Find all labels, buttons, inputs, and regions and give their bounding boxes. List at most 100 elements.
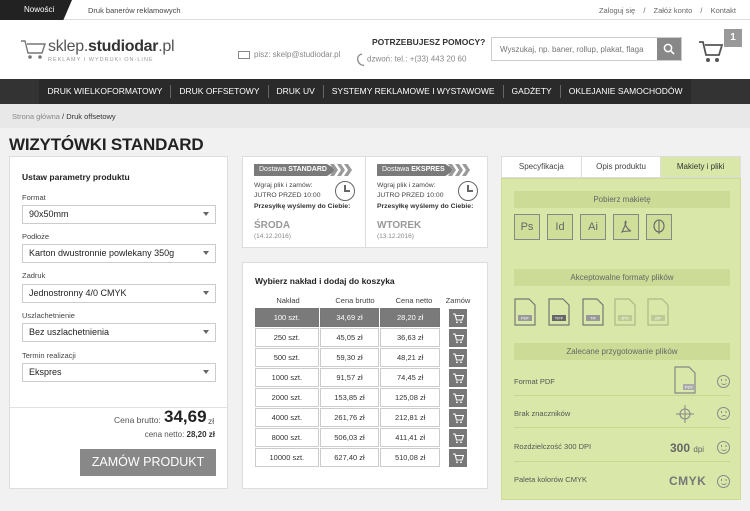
nav-item-systemy-reklamowe[interactable]: SYSTEMY REKLAMOWE I WYSTAWOWE <box>324 79 503 104</box>
svg-text:JPG: JPG <box>621 316 629 321</box>
top-links: Zaloguj się / Załóż konto / Kontakt <box>593 6 736 15</box>
prep-heading: Zalecane przygotowanie plików <box>514 343 730 360</box>
prep-cmyk-label: Paleta kolorów CMYK <box>514 475 587 484</box>
delivery-tag: Dostawa STANDARD <box>254 164 337 176</box>
qty-cell: 1000 szt. <box>255 368 319 387</box>
cart-icon <box>453 433 464 444</box>
svg-text:TIF: TIF <box>590 316 597 321</box>
shopping-cart-icon[interactable] <box>697 37 725 65</box>
table-row[interactable]: 1000 szt. 91,57 zł 74,45 zł <box>255 368 440 387</box>
table-row[interactable]: 2000 szt. 153,85 zł 125,08 zł <box>255 388 440 407</box>
search-input[interactable] <box>492 38 657 60</box>
table-row[interactable]: 8000 szt. 506,03 zł 411,41 zł <box>255 428 440 447</box>
gross-price-unit: zł <box>208 416 215 426</box>
add-to-cart-button[interactable] <box>449 309 467 327</box>
news-text[interactable]: Druk banerów reklamowych <box>88 6 181 15</box>
cart-icon <box>453 313 464 324</box>
delivery-deadline: JUTRO PRZED 10:00 <box>254 192 321 199</box>
svg-text:ZIP: ZIP <box>655 316 662 321</box>
order-product-button[interactable]: ZAMÓW PRODUKT <box>80 449 216 476</box>
breadcrumb-home[interactable]: Strona główna <box>12 112 60 121</box>
news-label: Nowości <box>0 0 72 20</box>
add-to-cart-button[interactable] <box>449 369 467 387</box>
help-phone[interactable]: dzwoń: tel.: +(33) 443 20 60 <box>356 53 485 66</box>
nav-item-gadzety[interactable]: GADŻETY <box>504 79 560 104</box>
add-to-cart-button[interactable] <box>449 449 467 467</box>
corel-icon[interactable] <box>646 214 672 240</box>
gross-cell: 59,30 zł <box>319 348 380 367</box>
dropdown-arrow-icon <box>203 212 209 216</box>
product-tabs: Specyfikacja Opis produktu Makiety i pli… <box>501 156 741 178</box>
zip-file-icon: ZIP <box>647 298 669 326</box>
cart-icon <box>453 453 464 464</box>
net-cell: 36,63 zł <box>380 328 440 347</box>
delivery-express[interactable]: Dostawa EKSPRES Wgraj plik i zamów: JUTR… <box>365 157 487 247</box>
print-select[interactable]: Jednostronny 4/0 CMYK <box>22 284 216 303</box>
table-row[interactable]: 10000 szt. 627,40 zł 510,08 zł <box>255 448 440 467</box>
gross-cell: 506,03 zł <box>319 428 380 447</box>
params-title: Ustaw parametry produktu <box>22 172 130 182</box>
header: sklep.studiodar.pl REKLAMY I WYDRUKI ON-… <box>0 20 750 79</box>
deadline-select[interactable]: Ekspres <box>22 363 216 382</box>
tab-opis-produktu[interactable]: Opis produktu <box>582 157 662 177</box>
delivery-date: (14.12.2016) <box>254 233 291 240</box>
substrate-label: Podłoże <box>22 232 50 241</box>
contact-link[interactable]: Kontakt <box>711 6 736 15</box>
tab-makiety-i-pliki[interactable]: Makiety i pliki <box>661 157 741 177</box>
format-select[interactable]: 90x50mm <box>22 205 216 224</box>
gross-cell: 261,76 zł <box>319 408 380 427</box>
add-to-cart-button[interactable] <box>449 429 467 447</box>
net-cell: 48,21 zł <box>380 348 440 367</box>
cart-icon <box>453 353 464 364</box>
table-row[interactable]: 250 szt. 45,05 zł 36,63 zł <box>255 328 440 347</box>
files-panel: Pobierz makietę Ps Id Ai Akceptowalne fo… <box>501 178 741 500</box>
add-to-cart-button[interactable] <box>449 389 467 407</box>
nav-item-druk-wielkoformatowy[interactable]: DRUK WIELKOFORMATOWY <box>39 79 170 104</box>
breadcrumb: Strona główna / Druk offsetowy <box>12 112 116 121</box>
cart-count-badge: 1 <box>724 29 742 47</box>
col-header-qty: Nakład <box>276 296 300 305</box>
svg-text:PDF: PDF <box>521 316 530 321</box>
substrate-select[interactable]: Karton dwustronnie powlekany 350g <box>22 244 216 263</box>
photoshop-icon[interactable]: Ps <box>514 214 540 240</box>
nav-item-oklejanie[interactable]: OKLEJANIE SAMOCHODÓW <box>561 79 691 104</box>
indesign-icon[interactable]: Id <box>547 214 573 240</box>
login-link[interactable]: Zaloguj się <box>599 6 635 15</box>
register-link[interactable]: Załóż konto <box>654 6 693 15</box>
delivery-line: Przesyłkę wyślemy do Ciebie: <box>254 203 351 210</box>
dropdown-arrow-icon <box>203 370 209 374</box>
add-to-cart-button[interactable] <box>449 349 467 367</box>
net-price: cena netto: 28,20 zł <box>144 430 215 439</box>
nav-item-druk-offsetowy[interactable]: DRUK OFFSETOWY <box>171 79 267 104</box>
tab-specyfikacja[interactable]: Specyfikacja <box>502 157 582 177</box>
qty-cell: 2000 szt. <box>255 388 319 407</box>
logo-tagline: REKLAMY I WYDRUKI ON-LINE <box>48 57 154 63</box>
smile-icon <box>717 375 730 388</box>
gross-cell: 153,85 zł <box>319 388 380 407</box>
qty-cell: 250 szt. <box>255 328 319 347</box>
search-button[interactable] <box>657 38 681 60</box>
acrobat-icon[interactable] <box>613 214 639 240</box>
chevron-right-icon <box>344 164 352 176</box>
print-label: Zadruk <box>22 271 46 280</box>
divider <box>514 427 730 428</box>
finishing-label: Uszlachetnienie <box>22 311 75 320</box>
nav-item-druk-uv[interactable]: DRUK UV <box>269 79 323 104</box>
finishing-select[interactable]: Bez uszlachetnienia <box>22 323 216 342</box>
top-bar: Nowości Druk banerów reklamowych Zaloguj… <box>0 0 750 20</box>
add-to-cart-button[interactable] <box>449 329 467 347</box>
logo[interactable]: sklep.studiodar.pl REKLAMY I WYDRUKI ON-… <box>20 38 175 68</box>
deadline-label: Termin realizacji <box>22 351 76 360</box>
email-contact[interactable]: pisz: skelp@studiodar.pl <box>238 50 340 59</box>
table-row[interactable]: 500 szt. 59,30 zł 48,21 zł <box>255 348 440 367</box>
illustrator-icon[interactable]: Ai <box>580 214 606 240</box>
net-cell: 411,41 zł <box>380 428 440 447</box>
add-to-cart-button[interactable] <box>449 409 467 427</box>
table-row[interactable]: 4000 szt. 261,76 zł 212,81 zł <box>255 408 440 427</box>
dropdown-arrow-icon <box>203 251 209 255</box>
delivery-standard[interactable]: Dostawa STANDARD Wgraj plik i zamów: JUT… <box>243 157 365 247</box>
jpg-file-icon: JPG <box>614 298 636 326</box>
svg-text:PDF: PDF <box>685 385 694 390</box>
table-row[interactable]: 100 szt. 34,69 zł 28,20 zł <box>255 308 440 327</box>
qty-cell: 100 szt. <box>255 308 319 327</box>
